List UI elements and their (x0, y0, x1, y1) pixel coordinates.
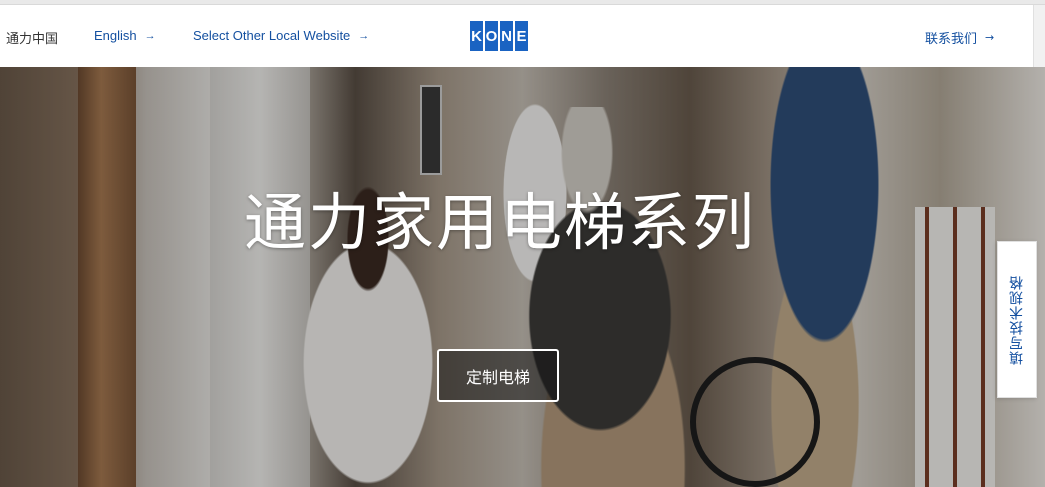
tech-spec-side-tab-label: 填写技术规格 (1009, 274, 1025, 365)
kone-logo[interactable]: K O N E (470, 21, 528, 51)
hero-banner: 通力家用电梯系列 定制电梯 (0, 67, 1045, 487)
arrow-right-icon: → (358, 29, 370, 42)
page-scrollbar[interactable] (1033, 5, 1045, 67)
hero-overlay (0, 67, 1045, 487)
english-language-link[interactable]: English → (94, 28, 156, 43)
logo-letter: N (500, 21, 513, 51)
other-website-label: Select Other Local Website (193, 28, 351, 43)
site-header: 通力中国 English → Select Other Local Websit… (0, 5, 1045, 67)
english-link-label: English (94, 28, 137, 43)
arrow-right-icon: → (985, 31, 995, 44)
arrow-right-icon: → (144, 29, 156, 42)
select-other-website-link[interactable]: Select Other Local Website → (193, 28, 369, 43)
logo-letter: K (470, 21, 483, 51)
logo-letter: O (485, 21, 498, 51)
contact-us-label: 联系我们 (925, 32, 978, 47)
hero-title: 通力家用电梯系列 (243, 186, 756, 259)
customize-elevator-button[interactable]: 定制电梯 (437, 349, 559, 402)
brand-name-text: 通力中国 (6, 32, 59, 47)
logo-letter: E (515, 21, 528, 51)
contact-us-link[interactable]: 联系我们 → (925, 28, 994, 47)
tech-spec-side-tab[interactable]: 填写技术规格 (997, 241, 1037, 398)
